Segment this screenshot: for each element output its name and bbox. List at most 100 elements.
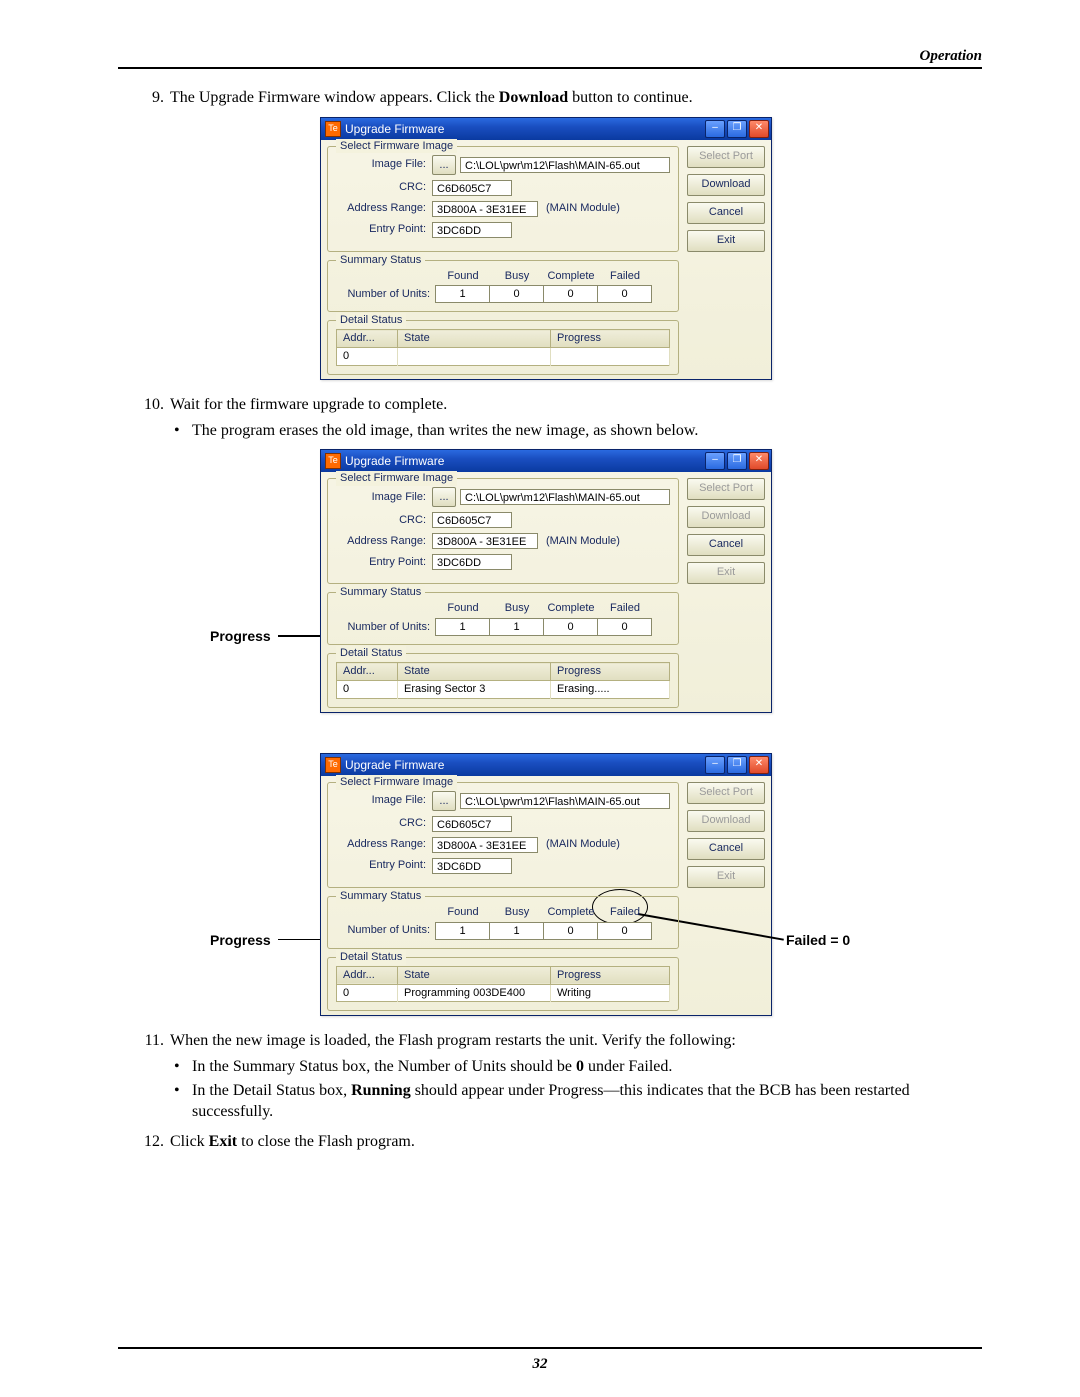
found-header: Found <box>436 601 490 618</box>
crc-field: C6D605C7 <box>432 816 512 832</box>
addr-col[interactable]: Addr... <box>337 330 398 348</box>
addr-col[interactable]: Addr... <box>337 663 398 681</box>
select-port-button[interactable]: Select Port <box>687 146 765 168</box>
module-label: (MAIN Module) <box>538 837 620 852</box>
complete-value: 0 <box>543 922 598 940</box>
footer-rule <box>118 1347 982 1349</box>
table-row[interactable]: 0 <box>337 348 670 366</box>
busy-header: Busy <box>490 601 544 618</box>
step-11-bullet-1: In the Summary Status box, the Number of… <box>170 1056 982 1078</box>
found-value: 1 <box>435 618 490 636</box>
address-range-field: 3D800A - 3E31EE <box>432 201 538 217</box>
app-icon: Te <box>325 453 341 469</box>
module-label: (MAIN Module) <box>538 534 620 549</box>
failed-callout: Failed = 0 <box>786 931 850 950</box>
address-range-field: 3D800A - 3E31EE <box>432 837 538 853</box>
download-button[interactable]: Download <box>687 810 765 832</box>
dialog-titlebar[interactable]: Te Upgrade Firmware – ❐ ✕ <box>321 450 771 472</box>
step-9-text: The Upgrade Firmware window appears. Cli… <box>170 89 693 106</box>
header-rule <box>118 67 982 69</box>
minimize-button[interactable]: – <box>705 756 725 774</box>
detail-status-legend: Detail Status <box>336 950 406 965</box>
table-row[interactable]: 0Erasing Sector 3Erasing..... <box>337 681 670 699</box>
browse-button[interactable]: ... <box>432 487 456 507</box>
busy-value: 1 <box>489 618 544 636</box>
step-10-bullet-1: The program erases the old image, than w… <box>170 420 982 442</box>
address-range-label: Address Range: <box>336 534 432 549</box>
found-value: 1 <box>435 922 490 940</box>
complete-value: 0 <box>543 285 598 303</box>
progress-callout: Progress <box>210 931 271 950</box>
select-port-button[interactable]: Select Port <box>687 782 765 804</box>
step-9-number: 9. <box>136 87 164 109</box>
maximize-button[interactable]: ❐ <box>727 452 747 470</box>
minimize-button[interactable]: – <box>705 120 725 138</box>
entry-point-label: Entry Point: <box>336 222 432 237</box>
found-value: 1 <box>435 285 490 303</box>
progress-col[interactable]: Progress <box>551 966 670 984</box>
complete-header: Complete <box>544 905 598 922</box>
select-port-button[interactable]: Select Port <box>687 478 765 500</box>
callout-line <box>278 939 320 941</box>
select-image-legend: Select Firmware Image <box>336 139 457 154</box>
step-10-number: 10. <box>136 394 164 416</box>
image-file-label: Image File: <box>336 490 432 505</box>
addr-col[interactable]: Addr... <box>337 966 398 984</box>
detail-table: Addr... State Progress 0 <box>336 329 670 366</box>
step-11-number: 11. <box>136 1030 164 1052</box>
crc-field: C6D605C7 <box>432 180 512 196</box>
module-label: (MAIN Module) <box>538 201 620 216</box>
busy-header: Busy <box>490 905 544 922</box>
upgrade-firmware-dialog: Te Upgrade Firmware – ❐ ✕ Select Firmwar… <box>320 753 772 1017</box>
app-icon: Te <box>325 121 341 137</box>
exit-button[interactable]: Exit <box>687 866 765 888</box>
crc-label: CRC: <box>336 180 432 195</box>
state-col[interactable]: State <box>398 663 551 681</box>
image-file-input[interactable]: C:\LOL\pwr\m12\Flash\MAIN-65.out <box>460 157 670 173</box>
progress-col[interactable]: Progress <box>551 330 670 348</box>
found-header: Found <box>436 905 490 922</box>
minimize-button[interactable]: – <box>705 452 725 470</box>
detail-table: Addr...StateProgress 0Erasing Sector 3Er… <box>336 662 670 699</box>
failed-value: 0 <box>597 285 652 303</box>
dialog-titlebar[interactable]: Te Upgrade Firmware – ❐ ✕ <box>321 754 771 776</box>
maximize-button[interactable]: ❐ <box>727 756 747 774</box>
found-header: Found <box>436 269 490 286</box>
complete-header: Complete <box>544 269 598 286</box>
browse-button[interactable]: ... <box>432 791 456 811</box>
cancel-button[interactable]: Cancel <box>687 838 765 860</box>
close-button[interactable]: ✕ <box>749 756 769 774</box>
maximize-button[interactable]: ❐ <box>727 120 747 138</box>
address-range-field: 3D800A - 3E31EE <box>432 533 538 549</box>
busy-value: 0 <box>489 285 544 303</box>
upgrade-firmware-dialog: Te Upgrade Firmware – ❐ ✕ Select Firmwar… <box>320 449 772 713</box>
download-button[interactable]: Download <box>687 174 765 196</box>
image-file-input[interactable]: C:\LOL\pwr\m12\Flash\MAIN-65.out <box>460 489 670 505</box>
address-range-label: Address Range: <box>336 837 432 852</box>
image-file-label: Image File: <box>336 793 432 808</box>
exit-button[interactable]: Exit <box>687 230 765 252</box>
table-row[interactable]: 0Programming 003DE400Writing <box>337 984 670 1002</box>
select-image-legend: Select Firmware Image <box>336 471 457 486</box>
cancel-button[interactable]: Cancel <box>687 534 765 556</box>
exit-button[interactable]: Exit <box>687 562 765 584</box>
number-of-units-label: Number of Units: <box>336 923 436 938</box>
dialog-titlebar[interactable]: Te Upgrade Firmware – ❐ ✕ <box>321 118 771 140</box>
summary-status-legend: Summary Status <box>336 889 425 904</box>
failed-value: 0 <box>597 618 652 636</box>
entry-point-field: 3DC6DD <box>432 222 512 238</box>
progress-col[interactable]: Progress <box>551 663 670 681</box>
image-file-input[interactable]: C:\LOL\pwr\m12\Flash\MAIN-65.out <box>460 793 670 809</box>
state-col[interactable]: State <box>398 966 551 984</box>
crc-label: CRC: <box>336 816 432 831</box>
number-of-units-label: Number of Units: <box>336 287 436 302</box>
download-button[interactable]: Download <box>687 506 765 528</box>
close-button[interactable]: ✕ <box>749 452 769 470</box>
complete-header: Complete <box>544 601 598 618</box>
callout-line <box>278 635 320 637</box>
step-11-bullet-2: In the Detail Status box, Running should… <box>170 1080 982 1123</box>
cancel-button[interactable]: Cancel <box>687 202 765 224</box>
close-button[interactable]: ✕ <box>749 120 769 138</box>
browse-button[interactable]: ... <box>432 155 456 175</box>
state-col[interactable]: State <box>398 330 551 348</box>
